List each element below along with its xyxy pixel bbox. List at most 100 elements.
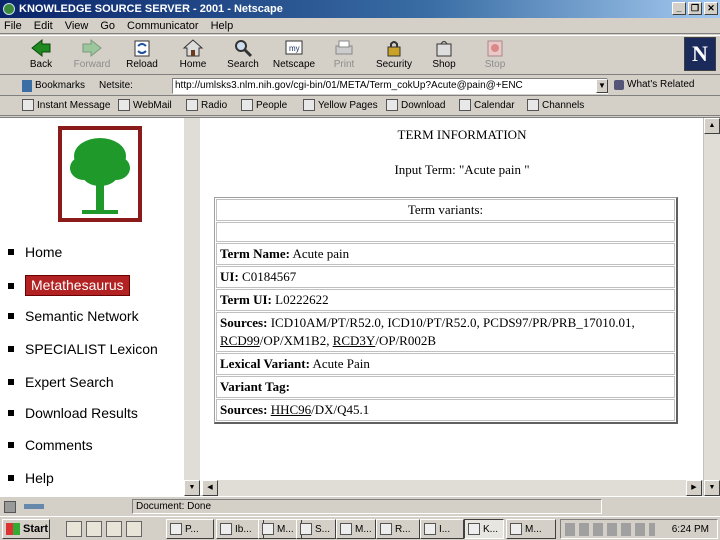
netscape-label: Netscape	[272, 59, 316, 70]
menu-bar: File Edit View Go Communicator Help	[0, 18, 720, 34]
netscape-button[interactable]: my Netscape	[270, 38, 318, 74]
bookmarks-button[interactable]: Bookmarks	[22, 79, 85, 92]
source-link-hhc96[interactable]: HHC96	[271, 402, 311, 417]
yellow-pages-label: Yellow Pages	[318, 99, 378, 111]
search-label: Search	[227, 59, 259, 70]
back-button[interactable]: Back	[17, 38, 65, 74]
minimize-button[interactable]: _	[672, 2, 686, 15]
security-label: Security	[375, 59, 413, 70]
menu-view[interactable]: View	[65, 20, 89, 32]
window-title: KNOWLEDGE SOURCE SERVER - 2001 - Netscap…	[19, 3, 283, 15]
channels-label: Channels	[542, 99, 585, 111]
quicklaunch-app-icon[interactable]	[126, 521, 142, 537]
menu-help[interactable]: Help	[211, 20, 234, 32]
netscape-logo[interactable]: N	[684, 37, 716, 71]
taskbar-item[interactable]: S...	[296, 519, 336, 539]
nav-frame-scrollbar[interactable]: ▼	[184, 118, 200, 496]
shop-button[interactable]: Shop	[420, 38, 468, 74]
quicklaunch-mail-icon[interactable]	[106, 521, 122, 537]
nav-metathesaurus[interactable]: Metathesaurus	[8, 275, 130, 296]
stop-button[interactable]: Stop	[471, 38, 519, 74]
back-arrow-icon	[31, 38, 51, 58]
quicklaunch-browser-icon[interactable]	[86, 521, 102, 537]
nav-specialist-lexicon[interactable]: SPECIALIST Lexicon	[8, 341, 158, 357]
channels-link[interactable]: Channels	[527, 99, 584, 111]
taskbar-item[interactable]: M...	[506, 519, 556, 539]
source-link-rcd3y[interactable]: RCD3Y	[333, 333, 376, 348]
people-link[interactable]: People	[241, 99, 287, 111]
scroll-right-button[interactable]: ▶	[686, 480, 702, 496]
nav-expert-search[interactable]: Expert Search	[8, 374, 114, 390]
instant-message-link[interactable]: Instant Message	[22, 99, 110, 111]
menu-file[interactable]: File	[4, 20, 22, 32]
horizontal-scrollbar[interactable]: ◀ ▶	[202, 480, 703, 496]
sources-label-2: Sources:	[220, 402, 268, 417]
taskbar-item[interactable]: M...	[336, 519, 376, 539]
scroll-down-button[interactable]: ▼	[704, 480, 720, 496]
task-label: M...	[525, 523, 542, 535]
taskbar-item[interactable]: Ib...	[216, 519, 264, 539]
taskbar-item-active[interactable]: K...	[464, 519, 504, 539]
search-button[interactable]: Search	[219, 38, 267, 74]
download-link[interactable]: Download	[386, 99, 445, 111]
sources-value-mid: /OP/XM1B2,	[259, 333, 333, 348]
tree-icon	[70, 138, 130, 214]
taskbar: Start P... Ib... M... S... M... R... I..…	[0, 516, 720, 540]
nav-download-results-label: Download Results	[25, 405, 138, 421]
term-variants-table: Term variants: Term Name: Acute pain UI:…	[214, 197, 678, 424]
menu-communicator[interactable]: Communicator	[127, 20, 199, 32]
task-icon	[424, 523, 436, 535]
menu-go[interactable]: Go	[100, 20, 115, 32]
source-link-rcd99[interactable]: RCD99	[220, 333, 260, 348]
quicklaunch-desktop-icon[interactable]	[66, 521, 82, 537]
forward-button[interactable]: Forward	[68, 38, 116, 74]
scroll-down-button[interactable]: ▼	[184, 480, 200, 496]
radio-link[interactable]: Radio	[186, 99, 227, 111]
url-input[interactable]: http://umlsks3.nlm.nih.gov/cgi-bin/01/ME…	[172, 78, 608, 94]
bullet-icon	[8, 410, 14, 416]
vertical-scrollbar[interactable]: ▲ ▼	[703, 118, 720, 496]
calendar-link[interactable]: Calendar	[459, 99, 515, 111]
task-icon	[340, 523, 352, 535]
task-icon	[510, 523, 522, 535]
tray-icons[interactable]	[565, 523, 655, 536]
calendar-label: Calendar	[474, 99, 515, 111]
nav-help[interactable]: Help	[8, 470, 54, 486]
yellow-pages-icon	[303, 99, 315, 111]
scroll-left-button[interactable]: ◀	[202, 480, 218, 496]
variants-header-text: Term variants:	[407, 202, 484, 217]
menu-edit[interactable]: Edit	[34, 20, 53, 32]
tree-logo[interactable]	[58, 126, 142, 222]
task-label: K...	[483, 523, 499, 535]
scroll-up-button[interactable]: ▲	[704, 118, 720, 134]
url-dropdown-button[interactable]: ▼	[596, 79, 608, 93]
taskbar-item[interactable]: P...	[166, 519, 214, 539]
taskbar-item[interactable]: R...	[376, 519, 420, 539]
nav-metathesaurus-label: Metathesaurus	[25, 275, 130, 296]
forward-label: Forward	[73, 59, 111, 70]
home-icon	[182, 39, 204, 57]
print-button[interactable]: Print	[320, 38, 368, 74]
connection-icon	[24, 504, 44, 509]
nav-semantic-network[interactable]: Semantic Network	[8, 308, 139, 324]
task-label: P...	[185, 523, 199, 535]
lexical-variant-value: Acute Pain	[312, 356, 370, 371]
print-label: Print	[333, 59, 355, 70]
nav-comments[interactable]: Comments	[8, 437, 93, 453]
whats-related-button[interactable]: What's Related	[614, 79, 695, 90]
home-button[interactable]: Home	[169, 38, 217, 74]
close-button[interactable]: ✕	[704, 2, 718, 15]
task-icon	[300, 523, 312, 535]
nav-home[interactable]: Home	[8, 244, 62, 260]
input-term: Input Term: "Acute pain "	[394, 162, 530, 177]
taskbar-item[interactable]: I...	[420, 519, 464, 539]
security-button[interactable]: Security	[370, 38, 418, 74]
empty-row	[216, 222, 675, 242]
yellow-pages-link[interactable]: Yellow Pages	[303, 99, 378, 111]
webmail-link[interactable]: WebMail	[118, 99, 172, 111]
instant-message-label: Instant Message	[37, 99, 111, 111]
restore-button[interactable]: ❐	[688, 2, 702, 15]
reload-button[interactable]: Reload	[118, 38, 166, 74]
nav-download-results[interactable]: Download Results	[8, 405, 138, 421]
start-button[interactable]: Start	[2, 519, 50, 539]
